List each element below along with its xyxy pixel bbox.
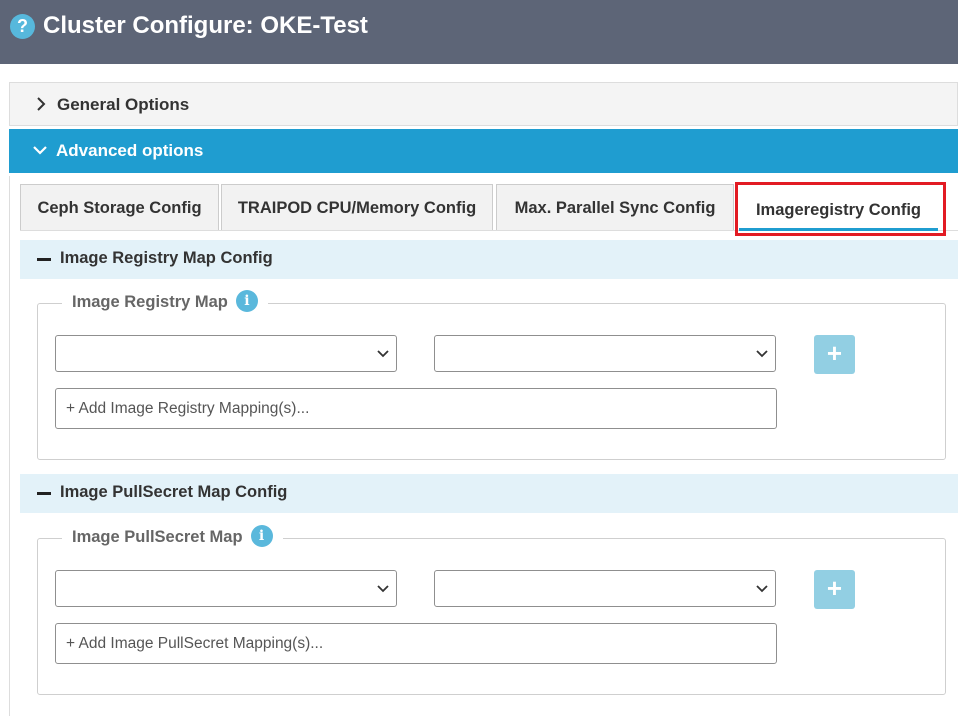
add-pullsecret-mapping-button[interactable]: +: [814, 570, 855, 609]
pullsecret-source-select[interactable]: [55, 570, 397, 607]
section-header-image-pullsecret[interactable]: Image PullSecret Map Config: [20, 474, 958, 513]
page-title: Cluster Configure: OKE-Test: [43, 12, 368, 39]
caret-down-icon: [756, 350, 768, 358]
registry-target-select[interactable]: [434, 335, 776, 372]
caret-down-icon: [756, 585, 768, 593]
add-registry-mapping-button[interactable]: +: [814, 335, 855, 374]
chevron-down-icon: [33, 146, 47, 155]
accordion-advanced-options[interactable]: Advanced options: [9, 129, 958, 173]
title-bar: ? Cluster Configure: OKE-Test: [0, 0, 958, 64]
fieldset-legend: Image PullSecret Map i: [62, 525, 283, 547]
registry-source-select[interactable]: [55, 335, 397, 372]
minus-icon: [37, 492, 51, 495]
pullsecret-mapping-input[interactable]: + Add Image PullSecret Mapping(s)...: [55, 623, 777, 664]
legend-label: Image PullSecret Map: [72, 528, 243, 546]
fieldset-image-registry-map: Image Registry Map i + + Add Image Regist…: [37, 290, 946, 460]
chevron-right-icon: [37, 97, 46, 111]
caret-down-icon: [377, 350, 389, 358]
info-icon[interactable]: i: [250, 525, 273, 547]
plus-icon: +: [826, 573, 843, 603]
tab-traipod-cpu-memory-config[interactable]: TRAIPOD CPU/Memory Config: [221, 184, 493, 230]
pullsecret-target-select[interactable]: [434, 570, 776, 607]
tab-ceph-storage-config[interactable]: Ceph Storage Config: [20, 184, 219, 230]
section-title: Image Registry Map Config: [60, 249, 273, 267]
highlight-annotation: [735, 182, 946, 236]
accordion-label: General Options: [57, 95, 190, 114]
registry-mapping-input[interactable]: + Add Image Registry Mapping(s)...: [55, 388, 777, 429]
help-icon[interactable]: ?: [10, 14, 35, 39]
plus-icon: +: [826, 338, 843, 368]
accordion-label: Advanced options: [56, 141, 204, 160]
section-header-image-registry[interactable]: Image Registry Map Config: [20, 240, 958, 279]
fieldset-image-pullsecret-map: Image PullSecret Map i + + Add Image Pull…: [37, 525, 946, 695]
tab-max-parallel-sync-config[interactable]: Max. Parallel Sync Config: [496, 184, 734, 230]
caret-down-icon: [377, 585, 389, 593]
legend-label: Image Registry Map: [72, 293, 228, 311]
accordion-general-options[interactable]: General Options: [9, 82, 958, 126]
fieldset-legend: Image Registry Map i: [62, 290, 268, 312]
minus-icon: [37, 258, 51, 261]
section-title: Image PullSecret Map Config: [60, 483, 288, 501]
info-icon[interactable]: i: [235, 290, 258, 312]
